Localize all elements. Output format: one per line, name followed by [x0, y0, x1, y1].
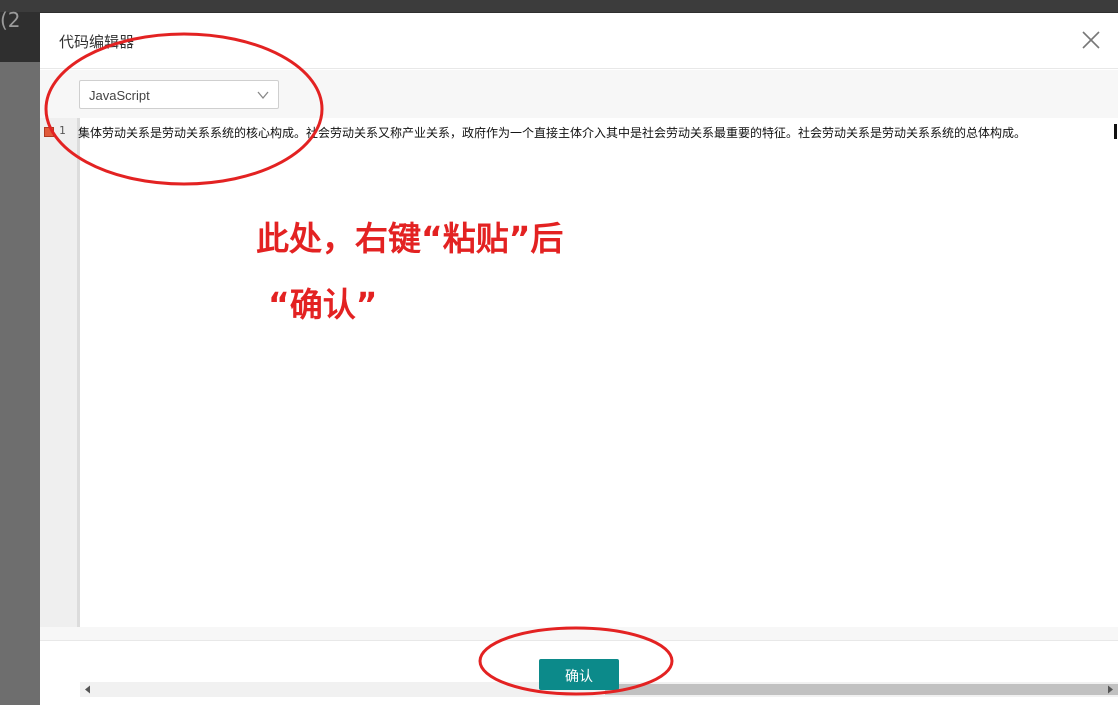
- dialog-title: 代码编辑器: [59, 33, 135, 51]
- background-breadcrumb: (2: [0, 8, 21, 32]
- language-select[interactable]: JavaScript: [79, 80, 279, 109]
- background-sidebar: [0, 62, 40, 705]
- instruction-annotation-line1: 此处，右键“粘贴”后: [256, 219, 564, 258]
- editor-area: JavaScript 1 集体劳动关系是劳动关系系统的核心构成。社会劳动关系又称…: [40, 70, 1118, 697]
- line-number: 1: [59, 124, 66, 137]
- background-stripe: [0, 0, 1118, 12]
- dialog-footer: 确认: [40, 640, 1118, 705]
- chevron-down-icon: [257, 91, 269, 100]
- text-caret: [1114, 124, 1117, 139]
- confirm-button[interactable]: 确认: [539, 659, 619, 690]
- language-select-value: JavaScript: [89, 88, 150, 103]
- dialog-header: 代码编辑器: [40, 13, 1118, 69]
- code-line[interactable]: 集体劳动关系是劳动关系系统的核心构成。社会劳动关系又称产业关系，政府作为一个直接…: [78, 124, 1118, 140]
- code-editor-dialog: 代码编辑器 JavaScript 1 集体劳动关系是劳动关系系统的核心构成。社会…: [40, 13, 1118, 705]
- close-button[interactable]: [1080, 29, 1102, 51]
- instruction-annotation-line2: “确认”: [268, 285, 378, 324]
- close-icon: [1082, 31, 1100, 49]
- line-gutter: 1: [40, 118, 80, 627]
- error-marker-icon: [44, 127, 54, 137]
- code-editor[interactable]: 1 集体劳动关系是劳动关系系统的核心构成。社会劳动关系又称产业关系，政府作为一个…: [40, 118, 1118, 627]
